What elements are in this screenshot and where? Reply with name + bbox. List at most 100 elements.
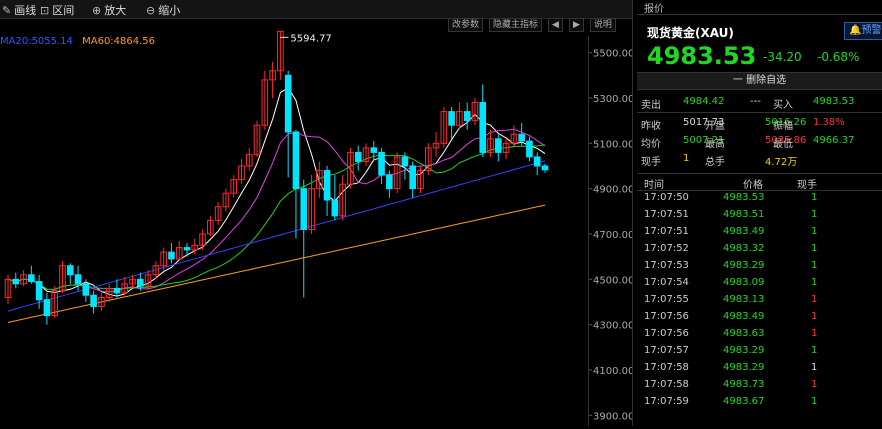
tick-price: 4983.29 <box>723 362 765 373</box>
stat-label: 昨收 <box>641 121 661 132</box>
candle-body <box>12 278 20 285</box>
stats-grid: 昨收 5017.73 开盘 5016.26 振幅 1.38% 均价 5007.21 最高 5035… <box>637 112 882 171</box>
tick-row: 17:07:55 4983.13 1 <box>637 292 882 309</box>
tick-header-volume: 现手 <box>797 180 817 191</box>
alert-button-label: 预警 <box>861 25 882 36</box>
candle-body <box>168 251 175 260</box>
candlestick-chart[interactable]: 5500.00 5300.00 5100.00 4900.00 4700.00 4500.… <box>0 18 634 426</box>
candle-body <box>66 265 74 276</box>
tick-row: 17:07:57 4983.29 1 <box>637 343 882 360</box>
tick-time: 17:07:58 <box>644 379 689 390</box>
tick-price: 4983.09 <box>723 277 765 288</box>
candle-body <box>28 274 35 283</box>
candle-body <box>370 147 378 153</box>
tick-volume: 1 <box>811 379 818 390</box>
tick-price: 4983.29 <box>723 345 765 356</box>
range-icon: ⊡ <box>40 3 50 17</box>
y-tick-label: 4700.00 <box>593 230 632 241</box>
tick-time: 17:07:51 <box>644 226 689 237</box>
ma10-line <box>7 128 546 293</box>
toolbar-label: 区间 <box>52 4 75 17</box>
candle-body <box>518 133 525 142</box>
tick-row: 17:07:50 4983.53 1 <box>637 190 882 207</box>
down-arrow-icon: ↓ <box>745 52 757 68</box>
stat-label: 总手 <box>705 157 725 168</box>
chart-canvas[interactable]: 5500.00 5300.00 5100.00 4900.00 4700.00 4500.… <box>0 18 634 426</box>
y-tick-label: 5100.00 <box>593 139 632 150</box>
tick-volume: 1 <box>811 243 818 254</box>
tick-volume: 1 <box>811 345 818 356</box>
tick-time: 17:07:55 <box>644 294 689 305</box>
tick-price: 4983.29 <box>723 260 765 271</box>
candle-body <box>90 294 97 308</box>
stat-value: 4.72万 <box>765 157 798 168</box>
toolbar-label: 缩小 <box>158 4 181 17</box>
y-axis-line <box>588 36 589 426</box>
tick-volume: 1 <box>811 311 818 322</box>
toolbar-zoom-out-button[interactable]: ⊖ 缩小 <box>146 2 180 18</box>
instrument-title: 现货黄金(XAU) <box>647 26 734 40</box>
tick-volume: 1 <box>811 277 818 288</box>
tick-volume: 1 <box>811 362 818 373</box>
tick-price: 4983.53 <box>723 192 765 203</box>
quote-panel: 报价 现货黄金(XAU) 🔔预警 4983.53 ↓ -34.20 -0.68%… <box>637 0 882 426</box>
tick-row: 17:07:52 4983.32 1 <box>637 241 882 258</box>
toolbar-draw-button[interactable]: ✎ 画线 <box>2 2 36 18</box>
tick-row: 17:07:54 4983.09 1 <box>637 275 882 292</box>
toolbar-zoom-in-button[interactable]: ⊕ 放大 <box>92 2 126 18</box>
tick-price: 4983.51 <box>723 209 765 220</box>
tick-volume: 1 <box>811 260 818 271</box>
candle-body <box>43 299 51 317</box>
panel-divider <box>632 0 633 426</box>
tick-header-time: 时间 <box>644 180 664 191</box>
tick-price: 4983.13 <box>723 294 765 305</box>
candle-body <box>183 247 191 251</box>
alert-button[interactable]: 🔔预警 <box>844 22 882 40</box>
tick-volume: 1 <box>811 294 818 305</box>
candle-body <box>479 102 487 153</box>
y-tick-label: 5300.00 <box>593 94 632 105</box>
tick-price: 4983.67 <box>723 396 765 407</box>
remove-watchlist-button[interactable]: 一 删除自选 <box>637 72 882 90</box>
toolbar-range-button[interactable]: ⊡ 区间 <box>40 2 74 18</box>
tick-price: 4983.49 <box>723 226 765 237</box>
ma60-line <box>7 204 546 323</box>
candle-body <box>378 151 385 176</box>
tick-time: 17:07:59 <box>644 396 689 407</box>
tick-time: 17:07:53 <box>644 260 689 271</box>
y-tick-label: 4100.00 <box>593 366 632 377</box>
quote-tab-label: 报价 <box>644 4 664 15</box>
ma20-line <box>7 144 546 290</box>
quote-tab[interactable]: 报价 <box>637 0 882 15</box>
tick-time: 17:07:51 <box>644 209 689 220</box>
candle-body <box>463 111 471 122</box>
stat-value: 1 <box>683 153 690 164</box>
last-price: 4983.53 <box>647 42 757 70</box>
y-tick-label: 4900.00 <box>593 185 632 196</box>
stat-value: 4966.37 <box>813 135 855 146</box>
candle-body <box>331 199 339 217</box>
draw-icon: ✎ <box>2 3 12 17</box>
y-tick-label: 3900.00 <box>593 411 632 422</box>
candle-body <box>386 174 393 190</box>
tick-row: 17:07:56 4983.49 1 <box>637 309 882 326</box>
toolbar-label: 放大 <box>104 4 127 17</box>
candle-body <box>409 165 416 190</box>
candle-body <box>300 188 308 230</box>
candle-body <box>74 274 82 285</box>
toolbar-label: 画线 <box>14 4 37 17</box>
stat-label: 现手 <box>641 157 661 168</box>
tick-row: 17:07:51 4983.49 1 <box>637 224 882 241</box>
tick-header: 时间 价格 现手 <box>637 173 882 191</box>
tick-time: 17:07:57 <box>644 345 689 356</box>
price-change-pct: -0.68% <box>817 50 860 64</box>
stat-label: 最低 <box>773 139 793 150</box>
candle-body <box>35 281 43 301</box>
tick-row: 17:07:58 4983.29 1 <box>637 360 882 377</box>
stat-value: 1.38% <box>813 117 845 128</box>
stat-label: 最高 <box>705 139 725 150</box>
stat-label: 振幅 <box>773 121 793 132</box>
tick-time: 17:07:56 <box>644 328 689 339</box>
tick-volume: 1 <box>811 226 818 237</box>
candle-body <box>533 156 541 167</box>
